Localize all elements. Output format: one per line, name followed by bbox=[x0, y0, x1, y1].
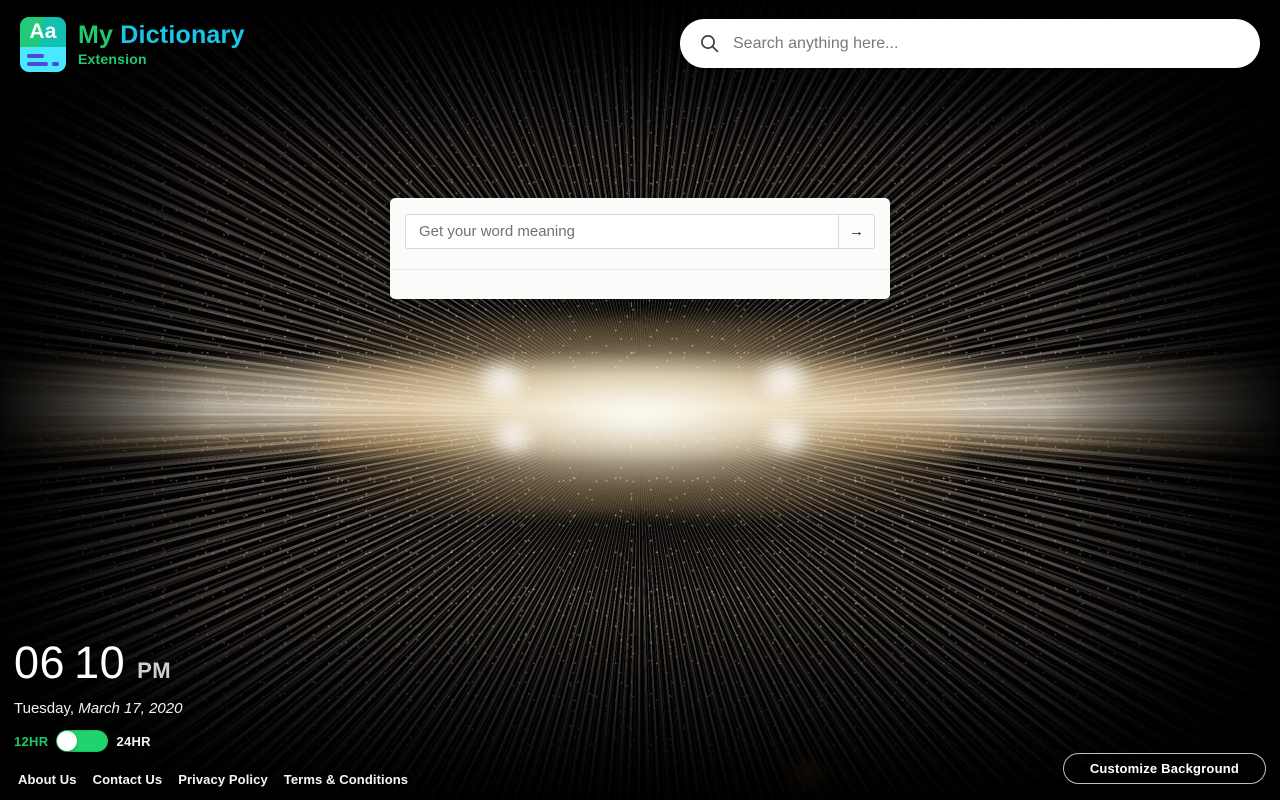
clock-widget: 06 10 PM Tuesday, March 17, 2020 12HR 24… bbox=[14, 640, 182, 752]
background-image bbox=[0, 0, 1280, 800]
brand-title: My Dictionary bbox=[78, 20, 245, 49]
logo-letters: Aa bbox=[29, 20, 57, 44]
word-submit-button[interactable]: → bbox=[838, 214, 875, 249]
logo-line-row bbox=[27, 53, 59, 58]
logo-top-half: Aa bbox=[20, 16, 66, 47]
logo-line bbox=[51, 61, 59, 66]
top-search-bar[interactable] bbox=[680, 19, 1260, 68]
format-label-24hr: 24HR bbox=[116, 733, 151, 749]
clock-hours: 06 bbox=[14, 637, 66, 688]
search-input[interactable] bbox=[733, 34, 1240, 53]
logo-bottom-half bbox=[20, 46, 66, 72]
clock-day-name: Tuesday, bbox=[14, 700, 75, 717]
clock-minutes: 10 bbox=[74, 637, 126, 688]
time-format-switch[interactable] bbox=[56, 730, 109, 752]
brand-text: My Dictionary Extension bbox=[78, 20, 245, 67]
brand-logo[interactable]: Aa My Dictionary Extension bbox=[20, 16, 245, 72]
logo-line bbox=[27, 53, 44, 58]
dictionary-aa-icon: Aa bbox=[20, 16, 66, 72]
logo-line bbox=[27, 61, 48, 66]
switch-knob bbox=[57, 731, 78, 751]
background-right-shade bbox=[1050, 0, 1280, 800]
customize-background-button[interactable]: Customize Background bbox=[1062, 753, 1266, 784]
footer-link-contact-us[interactable]: Contact Us bbox=[93, 772, 163, 787]
clock-date: Tuesday, March 17, 2020 bbox=[14, 700, 182, 717]
time-format-toggle[interactable]: 12HR 24HR bbox=[14, 730, 182, 752]
clock-time: 06 10 PM bbox=[14, 640, 182, 685]
clock-date-full: March 17, 2020 bbox=[78, 700, 183, 717]
format-label-12hr: 12HR bbox=[14, 733, 49, 749]
clock-meridiem: PM bbox=[137, 658, 172, 683]
footer-links: About Us Contact Us Privacy Policy Terms… bbox=[18, 772, 408, 787]
arrow-right-icon: → bbox=[849, 223, 864, 240]
footer-link-about-us[interactable]: About Us bbox=[18, 772, 77, 787]
footer-link-privacy-policy[interactable]: Privacy Policy bbox=[178, 772, 268, 787]
brand-subtitle: Extension bbox=[78, 50, 147, 67]
word-meaning-input[interactable] bbox=[419, 223, 825, 240]
dictionary-input-row: → bbox=[390, 198, 890, 249]
card-results-area bbox=[390, 270, 890, 299]
header: Aa My Dictionary Extension bbox=[0, 0, 1280, 88]
word-input-wrapper[interactable] bbox=[405, 214, 838, 249]
brand-title-dictionary: Dictionary bbox=[120, 20, 245, 49]
dictionary-search-card: → bbox=[390, 198, 890, 299]
footer-link-terms-conditions[interactable]: Terms & Conditions bbox=[284, 772, 408, 787]
search-icon bbox=[700, 34, 719, 53]
brand-title-my: My bbox=[78, 20, 114, 49]
logo-line-row bbox=[27, 61, 59, 66]
new-tab-page: Aa My Dictionary Extension Search anythi… bbox=[0, 0, 1280, 800]
